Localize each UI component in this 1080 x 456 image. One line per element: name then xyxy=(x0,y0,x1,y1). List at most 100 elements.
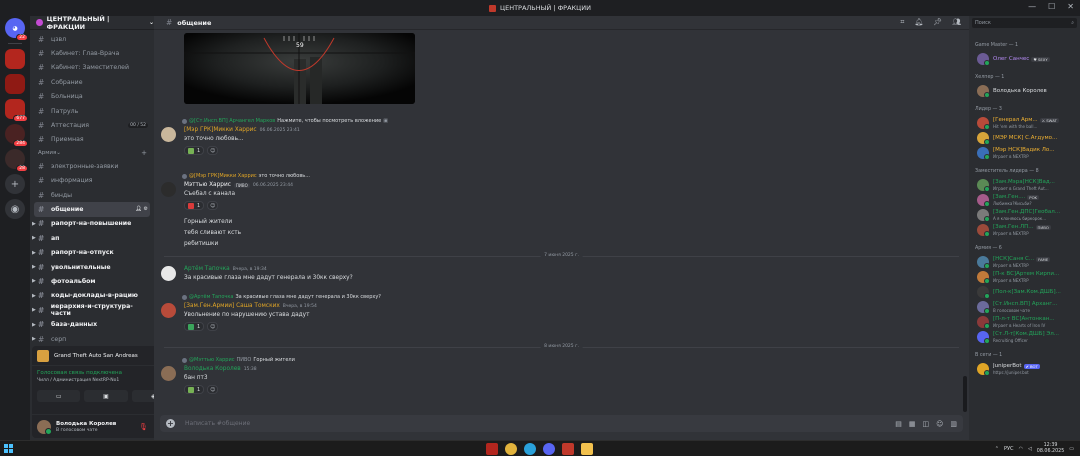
message-author[interactable]: [Мэр ГРК]Микки Харрис xyxy=(184,127,257,133)
member-item[interactable]: [Пол-к[Зам.Ком.ДШБ]... xyxy=(977,285,1077,299)
channel-Аттестация[interactable]: # Аттестация 00 / 52 xyxy=(34,118,150,132)
member-item[interactable]: [П-к ВС]Артем Кирпи... Играет в NEXTRP xyxy=(977,270,1077,284)
language-indicator[interactable]: РУС xyxy=(1004,446,1014,452)
member-item[interactable]: JuniperBot ✔ BOT https://juniper.bot xyxy=(977,362,1077,376)
channel-settings-icon[interactable]: 👤︎ ⚙ xyxy=(135,206,148,212)
members-icon[interactable]: 👥︎ xyxy=(952,18,961,27)
notification-icon[interactable]: ▭ xyxy=(1069,446,1074,452)
reaction[interactable]: 1 xyxy=(184,322,205,331)
channel-Собрание[interactable]: # Собрание xyxy=(34,75,150,89)
channel-иерархия-и-структура-части[interactable]: ▶ # иерархия-и-структура-части xyxy=(32,303,150,317)
sticker-icon[interactable]: ◫ xyxy=(922,420,929,428)
avatar[interactable] xyxy=(161,127,176,142)
avatar[interactable] xyxy=(161,266,176,281)
wifi-icon[interactable]: ◠ xyxy=(1019,446,1023,452)
avatar[interactable] xyxy=(37,419,52,435)
reply-preview[interactable]: @Мэттью Харрис ПИВО Горный жители xyxy=(182,357,295,363)
server-icon[interactable]: 284 xyxy=(5,124,28,147)
category-army[interactable]: Армия ⌄ + xyxy=(34,147,150,159)
channel-увольнительные[interactable]: ▶ # увольнительные xyxy=(32,260,150,274)
gif-icon[interactable]: ▦ xyxy=(909,420,916,428)
attach-plus-icon[interactable]: + xyxy=(166,419,175,428)
reaction[interactable]: 1 xyxy=(184,201,205,210)
channel-Кабинет: Заместителей[interactable]: # Кабинет: Заместителей xyxy=(34,61,150,75)
channel-Приемная[interactable]: # Приемная xyxy=(34,133,150,147)
chat-scrollbar[interactable] xyxy=(963,376,967,412)
channel-цзвл[interactable]: # цзвл xyxy=(34,32,150,46)
member-item[interactable]: [НСК]Саня С... FAME Играет в NEXTRP xyxy=(977,255,1077,269)
add-reaction-icon[interactable]: ☺ xyxy=(207,322,219,331)
add-reaction-icon[interactable]: ☺ xyxy=(207,385,219,394)
channel-бинды[interactable]: # бинды xyxy=(34,188,150,202)
member-item[interactable]: [Зам.Ген.ЛП... ПИВО Играет в NEXTRP xyxy=(977,223,1077,237)
bell-icon[interactable]: 🔔︎ xyxy=(914,18,923,27)
add-server-button[interactable]: + xyxy=(5,174,25,194)
app-icon[interactable] xyxy=(486,443,498,455)
composer-placeholder[interactable]: Написать #общение xyxy=(185,420,250,427)
minimize-button[interactable]: — xyxy=(1028,2,1036,11)
member-item[interactable]: [МЭР МСК] С.Агдумо... xyxy=(977,131,1077,145)
game-icon[interactable] xyxy=(562,443,574,455)
search-input[interactable]: Поиск ⌕ xyxy=(972,18,1077,28)
discover-button[interactable]: ◉ xyxy=(5,199,25,219)
member-item[interactable]: [Зам.Ген.ДПС]Геобал... А я клоняюсь бирко… xyxy=(977,208,1077,222)
avatar[interactable] xyxy=(161,366,176,381)
add-reaction-icon[interactable]: ☺ xyxy=(207,146,219,155)
member-item[interactable]: [Зам.Мэра[НСК]Вад... Играет в Grand Theft… xyxy=(977,178,1077,192)
mic-muted-icon[interactable]: 🎙 xyxy=(139,423,148,431)
windows-start-icon[interactable] xyxy=(4,444,13,453)
message-author[interactable]: [Зам.Ген.Армии] Саша Томских xyxy=(184,303,280,309)
camera-button[interactable]: ▭ xyxy=(37,390,81,402)
close-button[interactable]: ✕ xyxy=(1067,2,1074,11)
share-screen-button[interactable]: ▣ xyxy=(84,390,128,402)
reply-preview[interactable]: @[Мэр ГРК]Микки Харрис это точно любовь..… xyxy=(182,173,310,179)
channel-рапорт-на-повышение[interactable]: ▶ # рапорт-на-повышение xyxy=(32,217,150,231)
server-icon[interactable]: 28 xyxy=(5,149,28,172)
channel-Патруль[interactable]: # Патруль xyxy=(34,104,150,118)
channel-фотоальбом[interactable]: ▶ # фотоальбом xyxy=(32,274,150,288)
reply-preview[interactable]: @[Ст.Инсп.ВП] Арчангел Марков Нажмите, чт… xyxy=(182,118,388,124)
channel-серп[interactable]: ▶ # серп xyxy=(32,332,150,346)
apps-icon[interactable]: ▥ xyxy=(950,420,957,428)
avatar[interactable] xyxy=(161,182,176,197)
server-icon[interactable]: 677 xyxy=(5,99,28,122)
reaction[interactable]: 1 xyxy=(184,385,205,394)
maximize-button[interactable]: ☐ xyxy=(1048,2,1055,11)
channel-электронные-заявки[interactable]: # электронные-заявки xyxy=(34,159,150,173)
image-attachment[interactable]: 59 xyxy=(184,33,415,104)
member-item[interactable]: [Ст.Инсп.ВП] Арханг... В голосовом чате xyxy=(977,300,1077,314)
home-button[interactable]: ◕ 22 xyxy=(5,18,28,41)
channel-Кабинет: Глав-Врача[interactable]: # Кабинет: Глав-Врача xyxy=(34,46,150,60)
pin-icon[interactable]: 📌︎ xyxy=(933,18,942,27)
channel-коды-доклады-в-рацию[interactable]: ▶ # коды-доклады-в-рацию xyxy=(32,289,150,303)
emoji-icon[interactable]: ☺ xyxy=(936,420,943,428)
message-author[interactable]: Мэттью Харрис xyxy=(184,182,231,188)
account-info[interactable]: Володька Королев В голосовом чате xyxy=(56,421,116,433)
add-channel-icon[interactable]: + xyxy=(141,149,147,157)
channel-ап[interactable]: ▶ # ап xyxy=(32,231,150,245)
channel-Больница[interactable]: # Больница xyxy=(34,90,150,104)
volume-icon[interactable]: ◁ xyxy=(1028,446,1032,452)
channel-общение[interactable]: # общение 👤︎ ⚙ xyxy=(34,202,150,217)
reaction[interactable]: 1 xyxy=(184,146,205,155)
clock[interactable]: 12:39 08.06.2025 xyxy=(1037,443,1064,455)
member-item[interactable]: [Ст.Л-т[Ком.ДШБ] Эл... Recruiting Officer xyxy=(977,330,1077,344)
message-composer[interactable]: + Написать #общение ▤ ▦ ◫ ☺ ▥ xyxy=(160,415,963,432)
discord-icon[interactable] xyxy=(543,443,555,455)
member-item[interactable]: Олег Санчес ♥ SEXY xyxy=(977,52,1077,66)
server-icon[interactable] xyxy=(5,74,25,94)
guild-header[interactable]: ЦЕНТРАЛЬНЫЙ | ФРАКЦИИ ⌄ xyxy=(30,15,154,31)
member-item[interactable]: [Зам.Ген.... POK Любимка?Кисьби? xyxy=(977,193,1077,207)
folder-icon[interactable] xyxy=(581,443,593,455)
chevron-up-icon[interactable]: ⌃ xyxy=(995,446,999,452)
member-item[interactable]: [П-л-т ВС]Антонкан... Играет в Hearts of … xyxy=(977,315,1077,329)
channel-рапорт-на-отпуск[interactable]: ▶ # рапорт-на-отпуск xyxy=(32,245,150,259)
gift-icon[interactable]: ▤ xyxy=(895,420,902,428)
member-item[interactable]: Володька Королев xyxy=(977,84,1077,98)
reply-preview[interactable]: @Артём Тапочка За красивые глаза мне даду… xyxy=(182,294,381,300)
channel-база-данных[interactable]: ▶ # база-данных xyxy=(32,317,150,331)
add-reaction-icon[interactable]: ☺ xyxy=(207,201,219,210)
server-icon[interactable] xyxy=(5,49,25,69)
telegram-icon[interactable] xyxy=(524,443,536,455)
member-item[interactable]: [Генерал Арм... ⚔ SWAT Hit 'em with the ba… xyxy=(977,116,1077,130)
